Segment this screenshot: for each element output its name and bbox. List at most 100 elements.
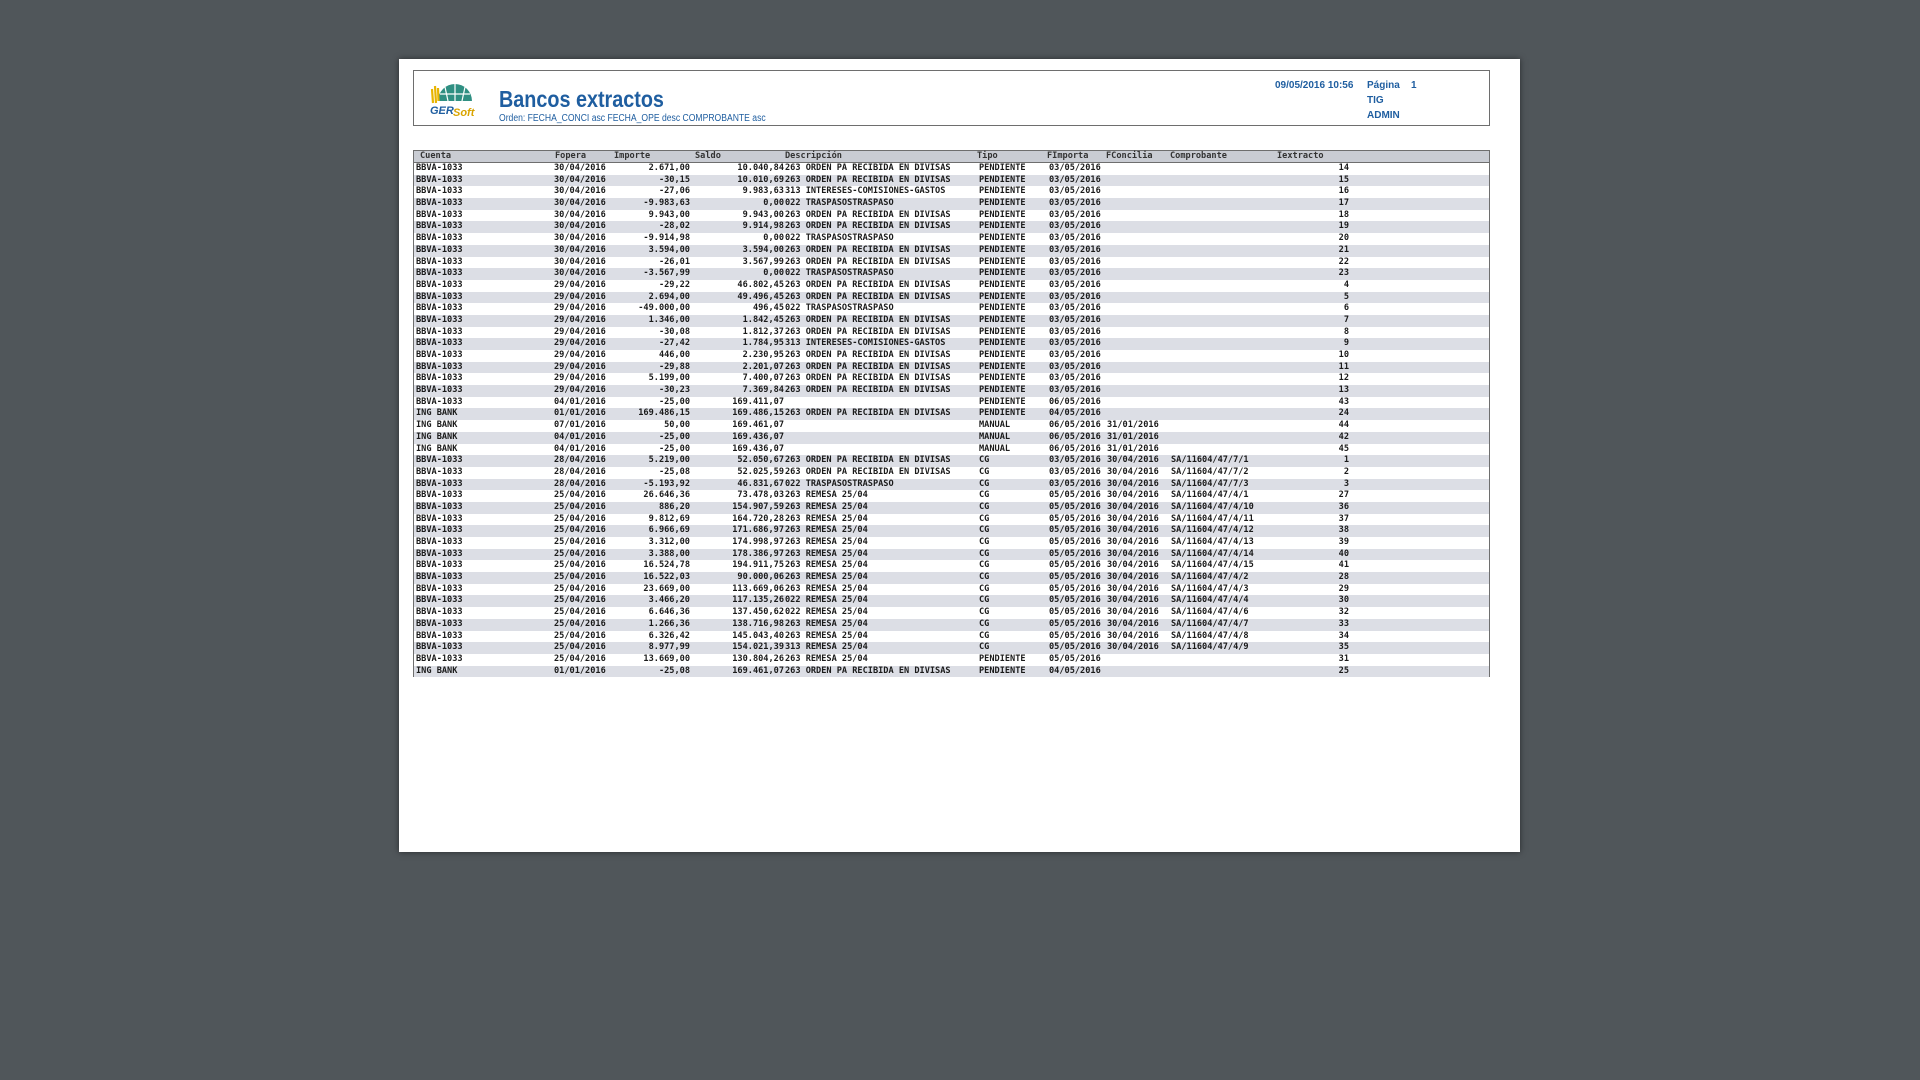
- cell-saldo: 154.021,39: [732, 642, 784, 653]
- cell-fimporta: 03/05/2016: [1049, 268, 1101, 279]
- cell-importe: 23.669,00: [643, 583, 690, 594]
- cell-fimporta: 03/05/2016: [1049, 174, 1101, 185]
- cell-tipo: PENDIENTE: [979, 186, 1026, 197]
- cell-importe: 1.266,36: [648, 618, 690, 629]
- cell-iextracto: 32: [1338, 607, 1349, 618]
- cell-iextracto: 43: [1338, 396, 1349, 407]
- cell-fconcilia: 30/04/2016: [1107, 537, 1159, 547]
- cell-importe: 16.524,78: [643, 560, 690, 571]
- cell-saldo: 46.802,45: [737, 279, 784, 290]
- cell-cuenta: ING BANK: [416, 443, 458, 454]
- cell-tipo: MANUAL: [979, 420, 1011, 431]
- cell-fimporta: 06/05/2016: [1049, 420, 1101, 431]
- table-row: BBVA-1033 25/04/2016 23.669,00 113.669,06 26…: [414, 584, 1489, 596]
- cell-importe: -9.914,98: [643, 233, 690, 244]
- cell-cuenta: BBVA-1033: [416, 560, 463, 571]
- cell-iextracto: 2: [1343, 466, 1349, 477]
- cell-saldo: 130.804,26: [732, 653, 784, 664]
- cell-importe: -25,00: [658, 396, 690, 407]
- col-header-importe: Importe: [614, 151, 651, 161]
- cell-cuenta: BBVA-1033: [416, 326, 463, 337]
- table-row: BBVA-1033 25/04/2016 13.669,00 130.804,26 26…: [414, 654, 1489, 666]
- cell-tipo: CG: [979, 455, 990, 466]
- cell-iextracto: 17: [1338, 198, 1349, 209]
- cell-iextracto: 34: [1338, 630, 1349, 641]
- cell-descripcion: 263 ORDEN PA RECIBIDA EN DIVISAS: [785, 373, 951, 384]
- extractos-table: Cuenta Fopera Importe Saldo Descripción …: [413, 150, 1490, 678]
- cell-fimporta: 03/05/2016: [1049, 338, 1101, 349]
- table-row: ING BANK 07/01/2016 50,00 169.461,07 MANUAL 0…: [414, 420, 1489, 432]
- cell-importe: -30,15: [658, 174, 690, 185]
- cell-importe: 6.966,69: [648, 525, 690, 536]
- cell-cuenta: BBVA-1033: [416, 513, 463, 524]
- cell-fimporta: 05/05/2016: [1049, 595, 1101, 606]
- cell-saldo: 3.594,00: [742, 244, 784, 255]
- cell-importe: 2.671,00: [648, 163, 690, 173]
- cell-iextracto: 6: [1343, 303, 1349, 314]
- cell-saldo: 169.461,07: [732, 665, 784, 676]
- cell-cuenta: BBVA-1033: [416, 501, 463, 512]
- report-order: Orden: FECHA_CONCI asc FECHA_OPE desc CO…: [499, 113, 766, 124]
- cell-cuenta: BBVA-1033: [416, 291, 463, 302]
- cell-fconcilia: 30/04/2016: [1107, 455, 1159, 466]
- cell-descripcion: 263 REMESA 25/04: [785, 572, 868, 583]
- report-header: GER Soft Bancos extractos Orden: FECHA_C…: [413, 70, 1490, 126]
- cell-fimporta: 05/05/2016: [1049, 525, 1101, 536]
- cell-cuenta: BBVA-1033: [416, 642, 463, 653]
- cell-fconcilia: 30/04/2016: [1107, 490, 1159, 501]
- cell-importe: 3.312,00: [648, 537, 690, 547]
- cell-iextracto: 42: [1338, 431, 1349, 442]
- cell-saldo: 117.135,26: [732, 595, 784, 606]
- cell-tipo: PENDIENTE: [979, 233, 1026, 244]
- cell-iextracto: 16: [1338, 186, 1349, 197]
- cell-cuenta: BBVA-1033: [416, 209, 463, 220]
- cell-saldo: 138.716,98: [732, 618, 784, 629]
- cell-saldo: 169.436,07: [732, 431, 784, 442]
- cell-fimporta: 05/05/2016: [1049, 501, 1101, 512]
- cell-cuenta: BBVA-1033: [416, 314, 463, 325]
- cell-descripcion: 022 REMESA 25/04: [785, 595, 868, 606]
- report-user: ADMIN: [1367, 110, 1400, 121]
- cell-saldo: 174.998,97: [732, 537, 784, 547]
- cell-importe: -9.983,63: [643, 198, 690, 209]
- cell-descripcion: 313 INTERESES-COMISIONES-GASTOS: [785, 186, 946, 197]
- cell-tipo: CG: [979, 618, 990, 629]
- cell-tipo: CG: [979, 583, 990, 594]
- cell-iextracto: 30: [1338, 595, 1349, 606]
- cell-importe: -30,23: [658, 385, 690, 396]
- cell-iextracto: 19: [1338, 221, 1349, 232]
- cell-importe: 169.486,15: [638, 408, 690, 419]
- table-row: BBVA-1033 29/04/2016 2.694,00 49.496,45 263 …: [414, 291, 1489, 304]
- cell-fimporta: 03/05/2016: [1049, 361, 1101, 372]
- cell-tipo: PENDIENTE: [979, 268, 1026, 279]
- table-row: BBVA-1033 30/04/2016 -30,15 10.010,69 263 OR…: [414, 174, 1489, 187]
- cell-tipo: PENDIENTE: [979, 279, 1026, 290]
- cell-fimporta: 04/05/2016: [1049, 665, 1101, 676]
- cell-descripcion: 263 ORDEN PA RECIBIDA EN DIVISAS: [785, 279, 951, 290]
- cell-fimporta: 03/05/2016: [1049, 466, 1101, 477]
- cell-cuenta: BBVA-1033: [416, 525, 463, 536]
- cell-fimporta: 05/05/2016: [1049, 583, 1101, 594]
- cell-iextracto: 9: [1343, 338, 1349, 349]
- col-header-cuenta: Cuenta: [420, 151, 452, 161]
- cell-iextracto: 44: [1338, 420, 1349, 431]
- table-row: ING BANK 01/01/2016 169.486,15 169.486,15 26…: [414, 408, 1489, 421]
- cell-saldo: 10.040,84: [737, 163, 784, 173]
- cell-iextracto: 36: [1338, 501, 1349, 512]
- cell-cuenta: BBVA-1033: [416, 455, 463, 466]
- cell-descripcion: 263 ORDEN PA RECIBIDA EN DIVISAS: [785, 244, 951, 255]
- col-header-saldo: Saldo: [695, 151, 721, 161]
- cell-descripcion: 263 REMESA 25/04: [785, 653, 868, 664]
- cell-fimporta: 05/05/2016: [1049, 548, 1101, 559]
- cell-cuenta: BBVA-1033: [416, 490, 463, 501]
- cell-iextracto: 5: [1343, 291, 1349, 302]
- cell-cuenta: BBVA-1033: [416, 653, 463, 664]
- cell-fconcilia: 30/04/2016: [1107, 478, 1159, 489]
- cell-cuenta: BBVA-1033: [416, 478, 463, 489]
- cell-iextracto: 40: [1338, 548, 1349, 559]
- col-header-tipo: Tipo: [977, 151, 998, 161]
- table-row: BBVA-1033 30/04/2016 -28,02 9.914,98 263 ORD…: [414, 221, 1489, 234]
- cell-iextracto: 31: [1338, 653, 1349, 664]
- cell-importe: 3.388,00: [648, 548, 690, 559]
- cell-tipo: PENDIENTE: [979, 314, 1026, 325]
